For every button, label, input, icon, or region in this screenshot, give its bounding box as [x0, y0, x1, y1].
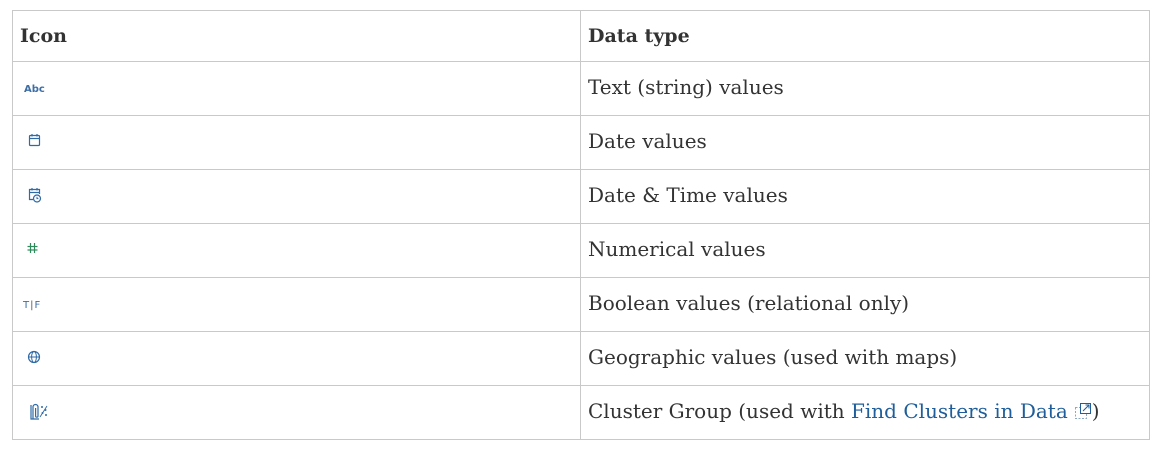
data-type-cell: Text (string) values	[580, 61, 1150, 116]
external-link-icon[interactable]	[1074, 401, 1092, 425]
data-type-cell: Cluster Group (used with Find Clusters i…	[580, 385, 1150, 440]
header-icon: Icon	[12, 10, 581, 62]
cluster-label-prefix: Cluster Group (used with	[588, 399, 851, 423]
data-type-table: Icon Data type Abc Text (string) values	[12, 10, 1150, 440]
icon-cell	[12, 223, 581, 278]
calendar-icon	[20, 131, 42, 149]
cluster-label-suffix: )	[1091, 399, 1100, 423]
icon-cell: T|F	[12, 277, 581, 332]
abc-icon: Abc	[24, 84, 45, 95]
data-type-cell: Date values	[580, 115, 1150, 170]
find-clusters-link-text[interactable]: Find Clusters in Data	[851, 399, 1068, 423]
icon-cell: Abc	[12, 61, 581, 116]
icon-cell	[12, 115, 581, 170]
true-letter: T	[23, 300, 30, 311]
table-row: Numerical values	[12, 223, 1150, 278]
table-row: T|F Boolean values (relational only)	[12, 277, 1150, 332]
data-type-cell: Date & Time values	[580, 169, 1150, 224]
data-type-cell: Boolean values (relational only)	[580, 277, 1150, 332]
hash-icon	[20, 239, 42, 257]
data-type-cell: Geographic values (used with maps)	[580, 331, 1150, 386]
table-row: Geographic values (used with maps)	[12, 331, 1150, 386]
icon-cell	[12, 385, 581, 440]
false-letter: F	[34, 300, 41, 311]
table-row: Cluster Group (used with Find Clusters i…	[12, 385, 1150, 440]
icon-cell	[12, 331, 581, 386]
header-data-type: Data type	[580, 10, 1150, 62]
data-type-cell: Numerical values	[580, 223, 1150, 278]
cluster-group-icon	[20, 401, 50, 423]
find-clusters-link[interactable]: Find Clusters in Data	[851, 399, 1092, 423]
table-header-row: Icon Data type	[12, 10, 1150, 62]
true-false-icon: T|F	[23, 300, 41, 311]
table-row: Date values	[12, 115, 1150, 170]
icon-cell	[12, 169, 581, 224]
data-type-table-container: Icon Data type Abc Text (string) values	[12, 10, 1150, 440]
calendar-clock-icon	[20, 185, 42, 203]
table-row: Date & Time values	[12, 169, 1150, 224]
table-row: Abc Text (string) values	[12, 61, 1150, 116]
globe-icon	[20, 347, 42, 365]
